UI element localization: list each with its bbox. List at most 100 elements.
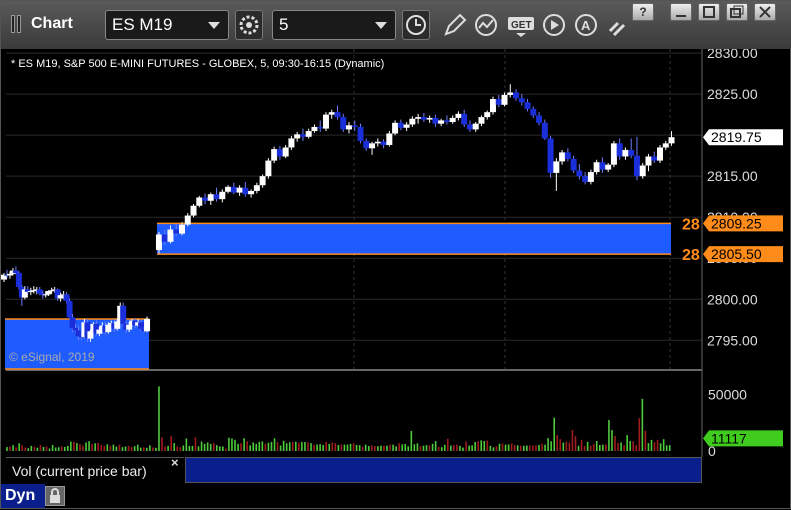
- interval-select[interactable]: 5: [272, 10, 396, 40]
- candle-body: [432, 117, 439, 124]
- candle-body: [633, 155, 640, 177]
- candle-body: [369, 143, 376, 149]
- candle-body: [420, 117, 427, 120]
- candle-body: [69, 317, 76, 328]
- candle-body: [288, 138, 295, 148]
- price-tick-label: 2815.00: [707, 168, 758, 184]
- price-tick-label: 2795.00: [707, 332, 758, 348]
- alert-a-icon: A: [575, 14, 597, 36]
- candle-body: [248, 190, 255, 195]
- candle-body: [120, 305, 127, 324]
- candle-body: [501, 94, 508, 105]
- candle-body: [167, 229, 174, 242]
- time-template-button[interactable]: [402, 10, 430, 40]
- candle-body: [346, 125, 353, 130]
- chart-window: Chart ES M19 5 GET A ? 2830.00 2825.00 2…: [0, 0, 791, 509]
- candle-body: [576, 170, 583, 177]
- candle-body: [397, 122, 404, 128]
- candle-body: [455, 113, 462, 118]
- price-axis-ticks: 2830.002825.002820.002815.002810.002805.…: [707, 49, 758, 348]
- settings-button[interactable]: [235, 10, 263, 40]
- candle-body: [559, 152, 566, 162]
- draw-button[interactable]: [441, 11, 467, 39]
- candle-body: [363, 140, 370, 149]
- candle-body: [190, 205, 197, 216]
- candle-body: [202, 197, 209, 201]
- candle-body: [45, 291, 52, 295]
- candle-body: [230, 186, 237, 193]
- candle-body: [357, 126, 364, 141]
- candle-body: [380, 141, 387, 145]
- price-zone: [156, 223, 671, 255]
- zone-edge-label: 28: [682, 247, 700, 264]
- candle-body: [282, 147, 289, 157]
- candle-body: [178, 224, 185, 234]
- candle-body: [530, 108, 537, 116]
- candle-body: [466, 124, 473, 130]
- candle-body: [386, 133, 393, 145]
- candle-body: [536, 115, 543, 123]
- candle-body: [622, 149, 629, 157]
- minimize-button[interactable]: [670, 3, 692, 21]
- alerts-button[interactable]: A: [573, 11, 599, 39]
- price-tick-label: 2800.00: [707, 291, 758, 307]
- maximize-button[interactable]: [698, 3, 720, 21]
- candle-body: [6, 273, 13, 276]
- minimize-icon: [676, 15, 686, 17]
- interval-value: 5: [279, 15, 289, 34]
- zone-bottom-flag: 2805.50: [703, 246, 783, 263]
- candle-body: [328, 112, 335, 115]
- link-button[interactable]: [604, 11, 630, 39]
- dynamic-mode-button[interactable]: Dyn: [1, 484, 45, 508]
- volume-bars: [6, 386, 671, 451]
- close-button[interactable]: [754, 3, 776, 21]
- candle-body: [472, 123, 479, 130]
- candle-body: [15, 273, 22, 287]
- candle-body: [478, 117, 485, 124]
- lock-icon[interactable]: [45, 486, 65, 506]
- candle-body: [415, 117, 422, 119]
- drag-grip-icon[interactable]: [11, 15, 25, 33]
- candle-body: [599, 162, 606, 170]
- price-chart[interactable]: 2830.002825.002820.002815.002810.002805.…: [1, 49, 790, 486]
- candle-body: [484, 112, 491, 118]
- candle-body: [144, 318, 151, 332]
- candle-body: [114, 321, 121, 329]
- candle-body: [403, 124, 410, 128]
- candle-body: [449, 117, 456, 123]
- candle-body: [513, 92, 520, 99]
- candle-body: [294, 134, 301, 139]
- symbol-select[interactable]: ES M19: [105, 10, 229, 40]
- get-icon: GET: [508, 17, 534, 37]
- symbol-value: ES M19: [112, 15, 173, 34]
- candle-body: [582, 176, 589, 182]
- candle-body: [495, 99, 502, 105]
- candle-body: [299, 134, 306, 137]
- candle-body: [36, 289, 43, 294]
- clock-icon: [406, 15, 426, 35]
- help-button[interactable]: ?: [632, 3, 654, 21]
- candle-body: [96, 329, 103, 334]
- window-title: Chart: [31, 15, 73, 32]
- candle-body: [668, 137, 675, 144]
- candle-body: [42, 294, 49, 296]
- candle-body: [225, 186, 232, 192]
- candle-body: [524, 102, 531, 109]
- candle-body: [87, 331, 94, 339]
- candle-body: [409, 118, 416, 125]
- candle-body: [184, 215, 191, 225]
- toolbar: Chart ES M19 5 GET A ?: [1, 1, 791, 49]
- close-pane-icon[interactable]: ×: [171, 455, 179, 470]
- restore-button[interactable]: [726, 3, 748, 21]
- candle-body: [443, 120, 450, 123]
- candle-body: [605, 164, 612, 170]
- candle-body: [173, 229, 180, 234]
- get-button[interactable]: GET: [507, 11, 537, 39]
- volume-pane-bar: [185, 457, 702, 483]
- price-tick-label: 2825.00: [707, 86, 758, 102]
- candle-body: [322, 114, 329, 129]
- studies-button[interactable]: [473, 11, 499, 39]
- play-button[interactable]: [541, 11, 567, 39]
- candle-body: [426, 117, 433, 120]
- gear-icon: [239, 15, 259, 35]
